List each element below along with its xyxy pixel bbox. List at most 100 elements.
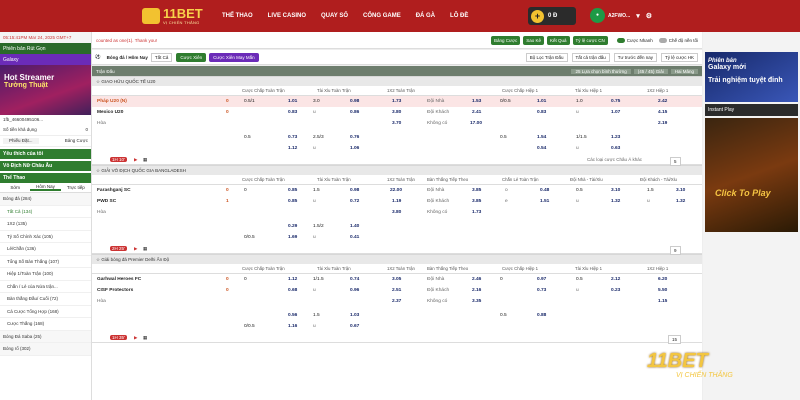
match-filter-select[interactable]: Bộ Lọc Trận Đấu <box>525 52 568 62</box>
odds-value[interactable]: 0.98 <box>350 188 359 193</box>
odds-value[interactable]: 2.42 <box>658 99 667 104</box>
odds-value[interactable]: 3.80 <box>392 110 401 115</box>
nav-sports[interactable]: THỂ THAO <box>222 13 253 19</box>
odds-value[interactable]: 1.53 <box>472 99 481 104</box>
odds-value[interactable]: 2.46 <box>472 277 481 282</box>
bet-list-button[interactable]: Bảng Cược <box>491 35 521 45</box>
sport-menu-item[interactable]: Chẵn / Lẻ của Nửa trận... <box>0 281 91 293</box>
sport-menu-item[interactable]: Bóng đá (284) <box>0 193 91 206</box>
sport-menu-item[interactable]: Tổng Số Bàn Thắng (107) <box>0 256 91 268</box>
odds-value[interactable]: 0.74 <box>350 277 359 282</box>
odds-value[interactable]: 1.19 <box>392 199 401 204</box>
odds-value[interactable]: 0.56 <box>288 313 297 318</box>
wallet-balance[interactable]: + 0 Đ <box>528 7 576 25</box>
parlay-button[interactable]: Cược Xiên <box>176 52 207 62</box>
stats-icon[interactable]: ▦ <box>143 157 147 163</box>
odds-value[interactable]: 3.85 <box>472 188 481 193</box>
nav-cockfight[interactable]: ĐÁ GÀ <box>416 13 435 19</box>
odds-value[interactable]: 1.12 <box>288 277 297 282</box>
odds-value[interactable]: 0.83 <box>537 110 546 115</box>
odds-value[interactable]: 0.88 <box>537 313 546 318</box>
odds-value[interactable]: 1.07 <box>611 110 620 115</box>
odds-value[interactable]: 3.05 <box>392 277 401 282</box>
dark-mode-toggle[interactable]: Chế độ nền tối <box>658 37 698 43</box>
sport-menu-item[interactable]: 1X2 (135) <box>0 218 91 231</box>
league-header-3[interactable]: ☆ Giải bóng đá Premier Delhi Ấn Độ <box>92 254 702 264</box>
nav-lode[interactable]: LÔ ĐỀ <box>450 13 468 19</box>
odds-value[interactable]: 3.10 <box>676 188 685 193</box>
odds-value[interactable]: 0.41 <box>350 235 359 240</box>
league-count[interactable]: (45 / 45) Giải <box>633 68 668 74</box>
odds-value[interactable]: 0.48 <box>540 188 549 193</box>
galaxy-banner[interactable]: Galaxy <box>0 54 91 65</box>
odds-value[interactable]: 1.40 <box>350 224 359 229</box>
normal-selection[interactable]: 25 Lựa chọn bình thường <box>571 68 631 74</box>
odds-value[interactable]: 3.80 <box>392 210 401 215</box>
statement-button[interactable]: Sao Kê <box>523 35 544 45</box>
sport-menu-item[interactable]: Lẻ/Chẵn (136) <box>0 243 91 256</box>
odds-value[interactable]: 1.12 <box>288 146 297 151</box>
odds-value[interactable]: 0.98 <box>350 99 359 104</box>
odds-value[interactable]: 2.12 <box>611 277 620 282</box>
sort-select[interactable]: Tư trước đến nay <box>613 52 658 62</box>
user-menu[interactable]: ● A2FWO... ▾ ⚙ <box>590 8 652 23</box>
live-tv-icon[interactable]: ▶ <box>134 157 137 163</box>
odds-value[interactable]: 1.03 <box>350 313 359 318</box>
live-tv-icon[interactable]: ▶ <box>134 335 137 341</box>
bet-list-tab[interactable]: Bảng Cược <box>65 138 88 144</box>
star-icon[interactable]: ☆ <box>96 257 100 263</box>
odds-value[interactable]: 1.01 <box>288 99 297 104</box>
odds-value[interactable]: 1.06 <box>350 146 359 151</box>
odds-value[interactable]: 0.63 <box>611 146 620 151</box>
odds-value[interactable]: 1.01 <box>537 99 546 104</box>
chevron-down-icon[interactable]: ▾ <box>636 12 640 20</box>
more-bets-link[interactable]: Các loại cược Châu Á khác <box>587 157 642 162</box>
quick-bet-toggle[interactable]: Cược Nhanh <box>616 37 653 43</box>
odds-value[interactable]: 3.70 <box>392 121 401 126</box>
streamer-ad[interactable]: Hot Streamer Tường Thuật <box>0 65 91 115</box>
odds-value[interactable]: 0.72 <box>350 199 359 204</box>
odds-value[interactable]: 1.51 <box>540 199 549 204</box>
league-header-2[interactable]: ☆ GIẢI VÔ ĐỊCH QUỐC GIA BANGLADESH <box>92 165 702 175</box>
odds-value[interactable]: 0.86 <box>350 110 359 115</box>
live-tv-icon[interactable]: ▶ <box>134 246 137 252</box>
logo[interactable]: 11BET VỊ CHIẾN THẮNG <box>142 7 212 25</box>
odds-value[interactable]: 1.32 <box>611 199 620 204</box>
odds-value[interactable]: 0.76 <box>350 135 359 140</box>
galaxy-ad[interactable]: Phiên bản Galaxy mới Trải nghiệm tuyệt đ… <box>705 52 798 102</box>
odds-value[interactable]: 0.85 <box>288 188 297 193</box>
odds-value[interactable]: 2.51 <box>392 288 401 293</box>
star-icon[interactable]: ☆ <box>96 79 100 85</box>
odds-value[interactable]: 0.96 <box>350 288 359 293</box>
odds-value[interactable]: 1.69 <box>288 235 297 240</box>
odds-button[interactable]: Tỷ lệ cược CN <box>572 35 608 45</box>
odds-value[interactable]: 0.23 <box>611 288 620 293</box>
odds-value[interactable]: 6.20 <box>658 277 667 282</box>
nav-lottery[interactable]: QUAY SỐ <box>321 13 348 19</box>
nav-live-casino[interactable]: LIVE CASINO <box>268 13 306 19</box>
odds-value[interactable]: 4.15 <box>658 110 667 115</box>
star-icon[interactable]: ☆ <box>96 168 100 174</box>
odds-value[interactable]: 0.73 <box>537 288 546 293</box>
euro-women-section[interactable]: Vô Địch Nữ Châu Âu <box>0 161 91 171</box>
sport-menu-item[interactable]: Cược Thắng (168) <box>0 318 91 331</box>
sport-menu-item[interactable]: Tất Cả (134) <box>0 206 91 218</box>
odds-value[interactable]: 1.16 <box>288 324 297 329</box>
odds-value[interactable]: 2.37 <box>392 299 401 304</box>
odds-value[interactable]: 1.73 <box>472 210 481 215</box>
odds-value[interactable]: 0.83 <box>288 110 297 115</box>
odds-value[interactable]: 0.97 <box>537 277 546 282</box>
odds-value[interactable]: 0.29 <box>288 224 297 229</box>
results-button[interactable]: Kết Quả <box>547 35 570 45</box>
casino-ad[interactable]: Click To Play <box>705 118 798 232</box>
tab-live[interactable]: Trực tiếp <box>61 185 91 190</box>
league-header-1[interactable]: ☆ GIAO HỮU QUỐC TẾ U20 <box>92 76 702 86</box>
odds-value[interactable]: 0.73 <box>288 135 297 140</box>
odds-value[interactable]: 3.85 <box>472 199 481 204</box>
odds-type-select[interactable]: Tỷ lệ cược HK <box>661 52 698 62</box>
odds-value[interactable]: 2.19 <box>658 121 667 126</box>
odds-value[interactable]: 1.23 <box>611 135 620 140</box>
tab-today[interactable]: Hôm Nay <box>30 184 61 191</box>
tab-early[interactable]: Sớm <box>0 185 30 190</box>
more-markets-button[interactable]: 5 <box>670 157 681 166</box>
